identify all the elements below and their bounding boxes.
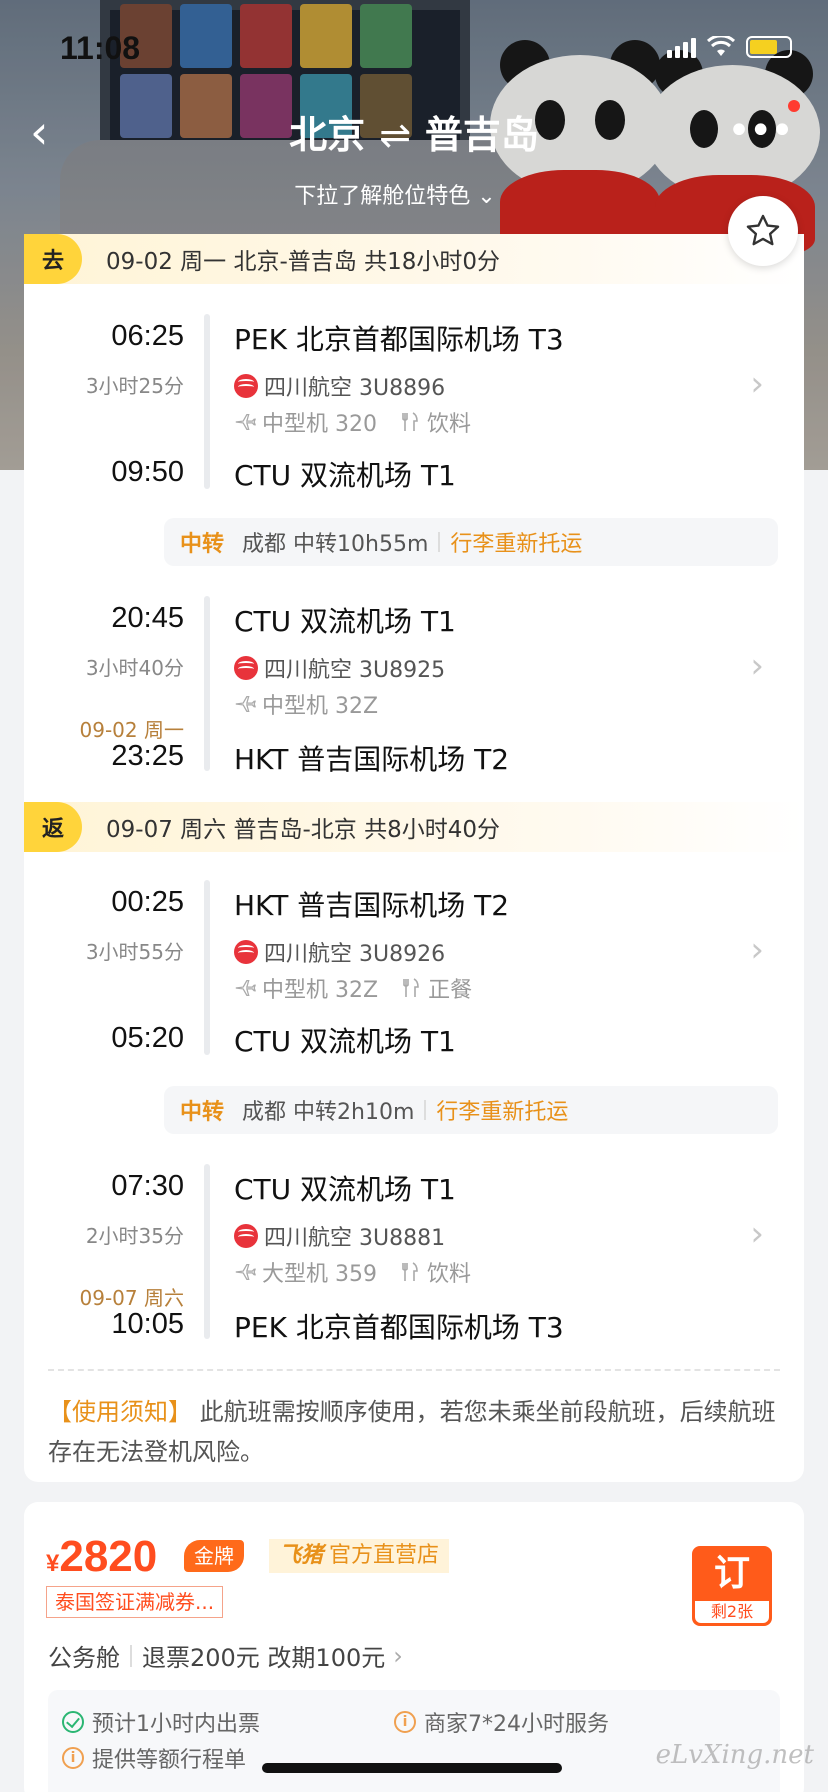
arrival-airport: CTU 双流机场 T1 <box>234 459 456 492</box>
destination-city: 普吉岛 <box>424 113 539 157</box>
star-icon <box>746 214 780 246</box>
transfer-info: 中转 成都 中转10h55m 行李重新托运 <box>164 518 778 566</box>
status-time: 11:08 <box>60 30 141 66</box>
favorite-button[interactable] <box>728 196 798 266</box>
more-icon[interactable]: ••• <box>727 108 794 154</box>
return-tag: 返 <box>24 802 82 852</box>
aircraft-info: 大型机 359 饮料 <box>234 1256 471 1288</box>
signal-icon <box>667 36 696 58</box>
origin-city: 北京 <box>289 113 366 157</box>
plane-icon <box>235 980 256 996</box>
notice-title: 【使用须知】 <box>48 1398 192 1426</box>
watermark: eLvXing.net <box>655 1740 814 1770</box>
airline-info: 四川航空 3U8926 <box>234 936 445 968</box>
notification-dot <box>788 100 800 112</box>
info-icon: i <box>62 1747 84 1769</box>
price: ¥2820 <box>46 1532 158 1581</box>
flight-leg[interactable]: 06:25 PEK 北京首都国际机场 T3 3小时25分 四川航空 3U8896… <box>24 314 804 492</box>
meal-icon <box>402 412 418 431</box>
flight-duration: 2小时35分 <box>85 1224 184 1248</box>
meal-icon <box>403 978 419 997</box>
flight-duration: 3小时40分 <box>85 656 184 680</box>
flight-leg[interactable]: 07:30 CTU 双流机场 T1 2小时35分 四川航空 3U8881 大型机… <box>24 1164 804 1344</box>
arrival-airport: CTU 双流机场 T1 <box>234 1025 456 1058</box>
shop-badge: 飞猪 官方直营店 <box>269 1539 450 1573</box>
home-indicator[interactable] <box>262 1763 562 1773</box>
return-header: 返 09-07 周六 普吉岛-北京 共8小时40分 <box>24 802 804 852</box>
airline-info: 四川航空 3U8925 <box>234 652 445 684</box>
airline-info: 四川航空 3U8896 <box>234 370 445 402</box>
cabin-rules[interactable]: 公务舱 退票200元 改期100元 › <box>48 1638 403 1673</box>
departure-time: 20:45 <box>111 602 184 634</box>
page-title: 北京 ⇌ 普吉岛 <box>0 104 828 159</box>
arrival-airport: PEK 北京首都国际机场 T3 <box>234 1311 564 1344</box>
outbound-header: 去 09-02 周一 北京-普吉岛 共18小时0分 <box>24 234 804 284</box>
info-icon: i <box>394 1711 416 1733</box>
wifi-icon <box>706 36 736 56</box>
arrival-time: 23:25 <box>111 740 184 772</box>
departure-airport: HKT 普吉国际机场 T2 <box>234 889 510 922</box>
flight-leg[interactable]: 20:45 CTU 双流机场 T1 3小时40分 四川航空 3U8925 中型机… <box>24 596 804 776</box>
arrival-date: 09-02 周一 <box>79 718 184 742</box>
divider <box>48 1369 780 1371</box>
pull-down-hint[interactable]: 下拉了解舱位特色 ⌄ <box>0 178 790 210</box>
arrival-airport: HKT 普吉国际机场 T2 <box>234 743 510 776</box>
flight-duration: 3小时55分 <box>85 940 184 964</box>
departure-airport: CTU 双流机场 T1 <box>234 1173 456 1206</box>
return-summary: 09-07 周六 普吉岛-北京 共8小时40分 <box>106 817 500 843</box>
arrival-date: 09-07 周六 <box>79 1286 184 1310</box>
sichuan-airlines-logo-icon <box>234 374 258 398</box>
remaining-seats: 剩2张 <box>695 1601 769 1623</box>
flight-duration: 3小时25分 <box>85 374 184 398</box>
plane-icon <box>235 414 256 430</box>
departure-time: 06:25 <box>111 320 184 352</box>
sichuan-airlines-logo-icon <box>234 1224 258 1248</box>
swap-arrow-icon: ⇌ <box>379 113 411 157</box>
departure-airport: CTU 双流机场 T1 <box>234 605 456 638</box>
departure-airport: PEK 北京首都国际机场 T3 <box>234 323 564 356</box>
arrival-time: 05:20 <box>111 1022 184 1054</box>
chevron-right-icon: › <box>750 646 764 686</box>
outbound-summary: 09-02 周一 北京-普吉岛 共18小时0分 <box>106 249 500 275</box>
fliggy-logo: 飞猪 <box>279 1543 324 1568</box>
flight-leg[interactable]: 00:25 HKT 普吉国际机场 T2 3小时55分 四川航空 3U8926 中… <box>24 880 804 1058</box>
aircraft-info: 中型机 320 饮料 <box>234 406 471 438</box>
usage-notice: 【使用须知】 此航班需按顺序使用，若您未乘坐前段航班，后续航班存在无法登机风险。 <box>48 1392 788 1472</box>
coupon-tag[interactable]: 泰国签证满减券... <box>46 1586 224 1618</box>
departure-time: 07:30 <box>111 1170 184 1202</box>
aircraft-info: 中型机 32Z 正餐 <box>234 972 472 1004</box>
service-item: i 提供等额行程单 <box>62 1742 246 1774</box>
service-item: i 商家7*24小时服务 <box>394 1706 609 1738</box>
sichuan-airlines-logo-icon <box>234 656 258 680</box>
status-icons <box>667 36 792 58</box>
outbound-tag: 去 <box>24 234 82 284</box>
chevron-right-icon: › <box>393 1641 403 1670</box>
airline-info: 四川航空 3U8881 <box>234 1220 445 1252</box>
cabin-class: 公务舱 <box>48 1644 120 1672</box>
chevron-right-icon: › <box>750 364 764 404</box>
departure-time: 00:25 <box>111 886 184 918</box>
book-button[interactable]: 订 剩2张 <box>692 1546 772 1626</box>
gold-badge: 金牌 <box>184 1540 244 1572</box>
meal-icon <box>402 1262 418 1281</box>
check-circle-icon <box>62 1711 84 1733</box>
chevron-right-icon: › <box>750 1214 764 1254</box>
arrival-time: 09:50 <box>111 456 184 488</box>
chevron-right-icon: › <box>750 930 764 970</box>
aircraft-info: 中型机 32Z <box>234 688 378 720</box>
service-item: 预计1小时内出票 <box>62 1706 260 1738</box>
refund-rules: 退票200元 改期100元 <box>142 1644 386 1672</box>
plane-icon <box>235 1264 256 1280</box>
arrival-time: 10:05 <box>111 1308 184 1340</box>
transfer-info: 中转 成都 中转2h10m 行李重新托运 <box>164 1086 778 1134</box>
sichuan-airlines-logo-icon <box>234 940 258 964</box>
itinerary-card: 去 09-02 周一 北京-普吉岛 共18小时0分 06:25 PEK 北京首都… <box>24 234 804 1482</box>
plane-icon <box>235 696 256 712</box>
battery-icon <box>746 36 792 58</box>
